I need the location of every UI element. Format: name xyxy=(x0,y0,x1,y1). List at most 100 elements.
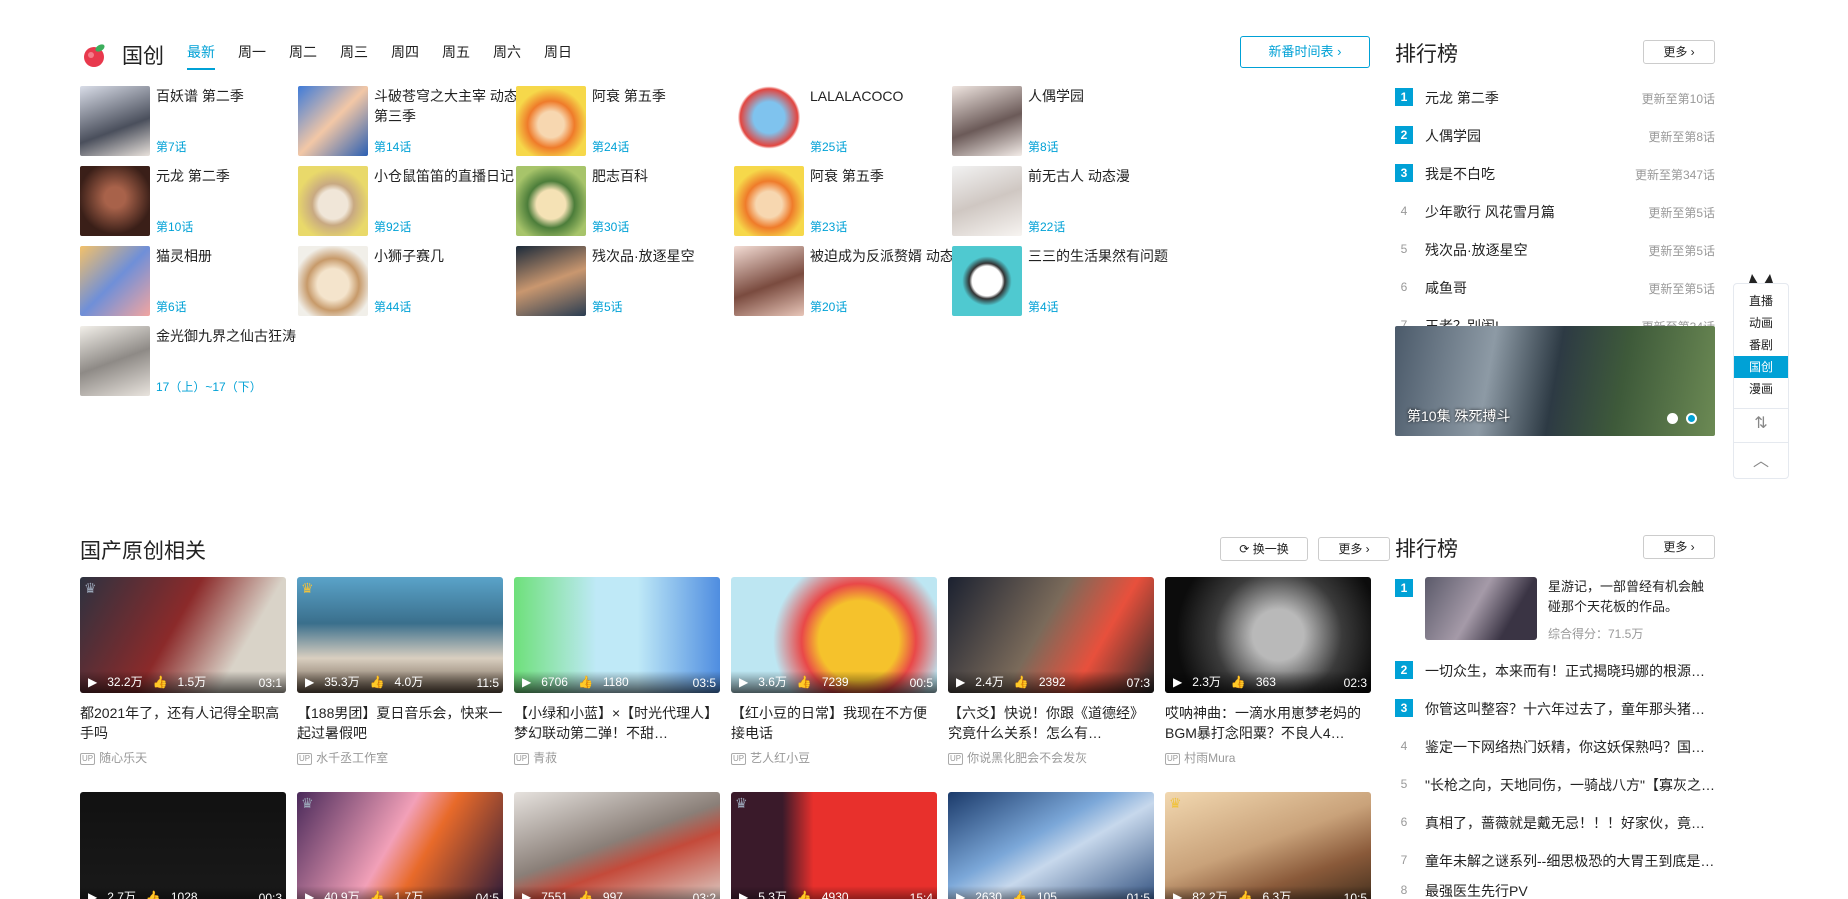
ranking-text[interactable]: 一切众生，本来而有！正式揭晓玛娜的根源… xyxy=(1425,661,1715,681)
ranking-item[interactable]: 8 最强医生先行PV xyxy=(1395,879,1715,899)
show-item[interactable]: 残次品·放逐星空 第5话 xyxy=(516,246,766,316)
show-cover[interactable] xyxy=(734,86,804,156)
section-more-button[interactable]: 更多 › xyxy=(1318,537,1390,561)
ranking-more-button[interactable]: 更多 › xyxy=(1643,40,1715,64)
ranking-item[interactable]: 2 一切众生，本来而有！正式揭晓玛娜的根源… xyxy=(1395,659,1715,681)
show-cover[interactable] xyxy=(952,166,1022,236)
video-card[interactable]: ♛ ▶ 5.3万 👍 4930 15:4 xyxy=(731,792,937,899)
show-cover[interactable] xyxy=(734,166,804,236)
show-item[interactable]: 人偶学园 第8话 xyxy=(952,86,1202,156)
ranking-item[interactable]: 3 你管这叫整容？十六年过去了，童年那头猪… xyxy=(1395,697,1715,719)
ranking-item[interactable]: 5 "长枪之向，天地同伤，一骑战八方"【寡灰之… xyxy=(1395,773,1715,795)
ranking-top-item[interactable]: 1 星游记，一部曾经有机会触碰那个天花板的作品。 综合得分：71.5万 xyxy=(1395,577,1715,647)
show-episode[interactable]: 第4话 xyxy=(1028,298,1059,315)
floating-nav-live[interactable]: 直播 xyxy=(1734,290,1788,312)
tab-fri[interactable]: 周五 xyxy=(442,42,470,70)
tab-sat[interactable]: 周六 xyxy=(493,42,521,70)
show-episode[interactable]: 第20话 xyxy=(810,298,847,315)
ranking-item[interactable]: 6 咸鱼哥 更新至第5话 xyxy=(1395,276,1715,298)
show-episode[interactable]: 第25话 xyxy=(810,138,847,155)
ranking-text[interactable]: "长枪之向，天地同伤，一骑战八方"【寡灰之… xyxy=(1425,775,1715,795)
video-title[interactable]: 【六爻】快说！你跟《道德经》究竟什么关系！怎么有… xyxy=(948,703,1154,743)
show-item[interactable]: 肥志百科 第30话 xyxy=(516,166,766,236)
ranking-text[interactable]: 真相了，蔷薇就是戴无忌！！！好家伙，竟… xyxy=(1425,813,1715,833)
show-cover[interactable] xyxy=(80,246,150,316)
show-episode[interactable]: 第6话 xyxy=(156,298,187,315)
video-thumbnail[interactable]: ♛ ▶ 5.3万 👍 4930 15:4 xyxy=(731,792,937,899)
show-item[interactable]: 前无古人 动态漫 第22话 xyxy=(952,166,1202,236)
video-title[interactable]: 都2021年了，还有人记得全职高手吗 xyxy=(80,703,286,743)
ranking-item[interactable]: 1 元龙 第二季 更新至第10话 xyxy=(1395,86,1715,108)
ranking-text[interactable]: 鉴定一下网络热门妖精，你这妖保熟吗？国… xyxy=(1425,737,1715,757)
floating-nav-anime[interactable]: 动画 xyxy=(1734,312,1788,334)
show-episode[interactable]: 第24话 xyxy=(592,138,629,155)
banner-dot[interactable] xyxy=(1667,413,1678,424)
show-title[interactable]: 三三的生活果然有问题 xyxy=(1028,246,1198,266)
ranking-item[interactable]: 6 真相了，蔷薇就是戴无忌！！！好家伙，竟… xyxy=(1395,811,1715,833)
video-card[interactable]: ♛ ▶ 32.2万 👍 1.5万 03:1 都2021年了，还有人记得全职高手吗 U… xyxy=(80,577,286,766)
video-card[interactable]: ▶ 3.6万 👍 7239 00:5 【红小豆的日常】我现在不方便接电话 UP 艺人红… xyxy=(731,577,937,766)
floating-nav-manga[interactable]: 漫画 xyxy=(1734,378,1788,400)
video-uploader[interactable]: UP 随心乐天 xyxy=(80,749,286,766)
video-uploader[interactable]: UP 你说黑化肥会不会发灰 xyxy=(948,749,1154,766)
show-title[interactable]: 金光御九界之仙古狂涛 xyxy=(156,326,326,346)
ranking-item[interactable]: 5 残次品·放逐星空 更新至第5话 xyxy=(1395,238,1715,260)
video-thumbnail[interactable]: ▶ 2.4万 👍 2392 07:3 xyxy=(948,577,1154,693)
tab-mon[interactable]: 周一 xyxy=(238,42,266,70)
video-thumbnail[interactable]: ♛ ▶ 82.2万 👍 6.3万 10:5 xyxy=(1165,792,1371,899)
show-cover[interactable] xyxy=(516,86,586,156)
video-thumbnail[interactable]: ▶ 3.6万 👍 7239 00:5 xyxy=(731,577,937,693)
video-uploader[interactable]: UP 青菽 xyxy=(514,749,720,766)
show-cover[interactable] xyxy=(298,246,368,316)
show-cover[interactable] xyxy=(516,166,586,236)
tab-tue[interactable]: 周二 xyxy=(289,42,317,70)
tab-wed[interactable]: 周三 xyxy=(340,42,368,70)
video-uploader[interactable]: UP 水千丞工作室 xyxy=(297,749,503,766)
show-item[interactable]: LALALACOCO 第25话 xyxy=(734,86,984,156)
video-card[interactable]: ▶ 2.7万 👍 1028 00:3 xyxy=(80,792,286,899)
ranking-name[interactable]: 残次品·放逐星空 xyxy=(1425,240,1528,260)
show-cover[interactable] xyxy=(516,246,586,316)
video-thumbnail[interactable]: ▶ 2.7万 👍 1028 00:3 xyxy=(80,792,286,899)
show-item[interactable]: 三三的生活果然有问题 第4话 xyxy=(952,246,1202,316)
ranking-banner[interactable]: 第10集 殊死搏斗 xyxy=(1395,326,1715,436)
video-thumbnail[interactable]: ♛ ▶ 35.3万 👍 4.0万 11:5 xyxy=(297,577,503,693)
show-episode[interactable]: 第7话 xyxy=(156,138,187,155)
ranking-text[interactable]: 童年未解之谜系列--细思极恐的大胃王到底是… xyxy=(1425,851,1715,871)
show-item[interactable]: 小仓鼠笛笛的直播日记 第92话 xyxy=(298,166,548,236)
video-title[interactable]: 【红小豆的日常】我现在不方便接电话 xyxy=(731,703,937,743)
video-card[interactable]: ♛ ▶ 35.3万 👍 4.0万 11:5 【188男团】夏日音乐会，快来一起过暑假… xyxy=(297,577,503,766)
refresh-button[interactable]: ⟳ 换一换 xyxy=(1220,537,1308,561)
video-card[interactable]: ▶ 6706 👍 1180 03:5 【小绿和小蓝】×【时光代理人】梦幻联动第二弹！… xyxy=(514,577,720,766)
show-cover[interactable] xyxy=(80,166,150,236)
show-item[interactable]: 斗破苍穹之大主宰 动态漫 第三季 第14话 xyxy=(298,86,548,156)
floating-nav-guochuang[interactable]: 国创 xyxy=(1734,356,1788,378)
tab-latest[interactable]: 最新 xyxy=(187,42,215,70)
ranking-text[interactable]: 最强医生先行PV xyxy=(1425,881,1715,899)
video-card[interactable]: ▶ 2630 👍 105 01:5 xyxy=(948,792,1154,899)
video-card[interactable]: ♛ ▶ 40.9万 👍 1.7万 04:5 xyxy=(297,792,503,899)
back-to-top-icon[interactable]: ︿ xyxy=(1734,442,1788,472)
uploader-name[interactable]: 随心乐天 xyxy=(99,751,147,765)
show-episode[interactable]: 第23话 xyxy=(810,218,847,235)
show-cover[interactable] xyxy=(298,166,368,236)
show-item[interactable]: 猫灵相册 第6话 xyxy=(80,246,330,316)
show-episode[interactable]: 17（上）~17（下） xyxy=(156,378,262,395)
ranking-name[interactable]: 我是不白吃 xyxy=(1425,164,1495,184)
schedule-button[interactable]: 新番时间表 › xyxy=(1240,36,1370,68)
sort-icon[interactable]: ⇅ xyxy=(1734,408,1788,438)
show-episode[interactable]: 第44话 xyxy=(374,298,411,315)
show-item[interactable]: 被迫成为反派赘婿 动态漫 第20话 xyxy=(734,246,984,316)
video-thumbnail[interactable]: ▶ 2630 👍 105 01:5 xyxy=(948,792,1154,899)
video-uploader[interactable]: UP 村雨Mura xyxy=(1165,749,1371,766)
show-item[interactable]: 金光御九界之仙古狂涛 17（上）~17（下） xyxy=(80,326,330,396)
video-thumbnail[interactable]: ▶ 6706 👍 1180 03:5 xyxy=(514,577,720,693)
ranking-top-thumbnail[interactable] xyxy=(1425,577,1537,640)
tab-sun[interactable]: 周日 xyxy=(544,42,572,70)
show-episode[interactable]: 第5话 xyxy=(592,298,623,315)
show-item[interactable]: 小狮子赛几 第44话 xyxy=(298,246,548,316)
show-title[interactable]: 人偶学园 xyxy=(1028,86,1198,106)
video-title[interactable]: 【小绿和小蓝】×【时光代理人】梦幻联动第二弹！不甜… xyxy=(514,703,720,743)
show-cover[interactable] xyxy=(952,86,1022,156)
show-episode[interactable]: 第14话 xyxy=(374,138,411,155)
